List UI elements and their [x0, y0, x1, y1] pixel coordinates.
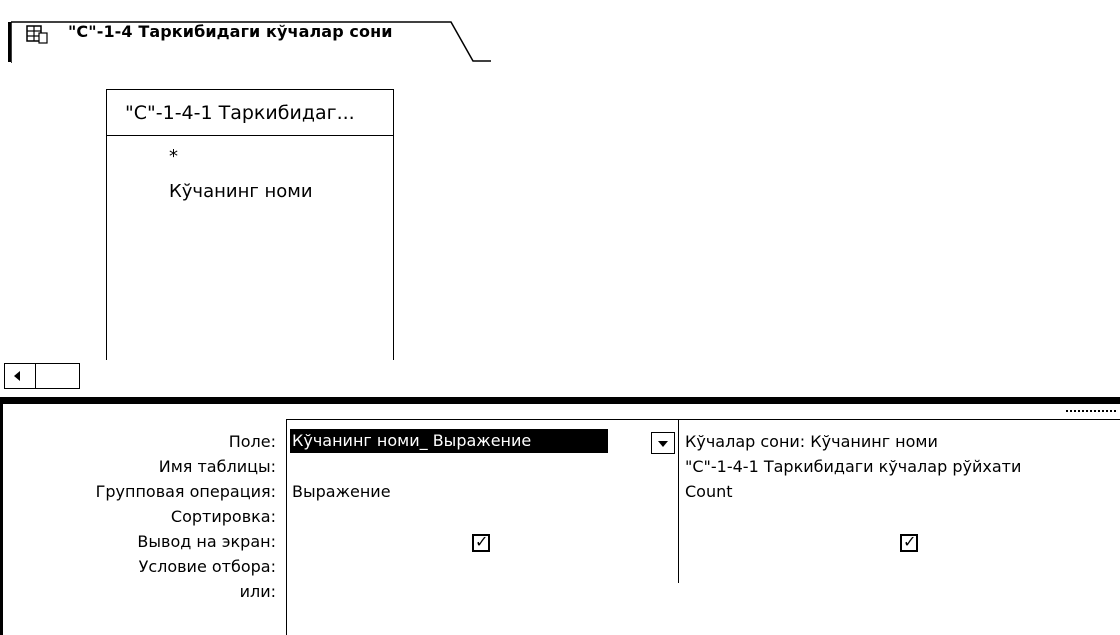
query-design-icon: [26, 25, 48, 44]
column2-field-cell[interactable]: Кўчалар сони: Кўчанинг номи: [685, 432, 938, 451]
pane-splitter[interactable]: [0, 397, 1120, 404]
column2-total-cell[interactable]: Count: [685, 482, 733, 501]
column1-show-checkbox[interactable]: [472, 532, 490, 552]
column1-total-cell[interactable]: Выражение: [292, 482, 391, 501]
grid-column-divider: [678, 419, 679, 583]
field-list-item-street-name[interactable]: Кўчанинг номи: [169, 181, 313, 202]
row-label-total: Групповая операция:: [95, 482, 276, 501]
row-label-table: Имя таблицы:: [158, 457, 276, 476]
row-label-or: или:: [239, 582, 276, 601]
grid-label-divider: [286, 419, 287, 635]
grid-top-border: [286, 419, 1120, 420]
column2-show-checkbox[interactable]: [900, 532, 918, 552]
field-list-item-all[interactable]: *: [169, 146, 178, 167]
window-left-edge: [0, 404, 3, 635]
row-label-show: Вывод на экран:: [137, 532, 276, 551]
scroll-left-arrow-icon[interactable]: [5, 364, 36, 388]
row-label-criteria: Условие отбора:: [138, 557, 276, 576]
query-tab-title[interactable]: "С"-1-4 Таркибидаги кўчалар сони: [68, 22, 393, 41]
row-label-sort: Сортировка:: [170, 507, 276, 526]
column1-field-cell[interactable]: Кўчанинг номи_ Выражение: [290, 429, 608, 453]
row-label-field: Поле:: [228, 432, 276, 451]
chevron-down-icon[interactable]: [651, 432, 675, 454]
table-field-list-title[interactable]: "С"-1-4-1 Таркибидаг...: [107, 90, 393, 136]
table-field-list[interactable]: "С"-1-4-1 Таркибидаг... * Кўчанинг номи: [106, 89, 394, 360]
splitter-grip[interactable]: [1066, 410, 1118, 412]
horizontal-scrollbar[interactable]: [4, 363, 80, 389]
column2-table-cell[interactable]: "С"-1-4-1 Таркибидаги кўчалар рўйхати: [685, 457, 1021, 476]
